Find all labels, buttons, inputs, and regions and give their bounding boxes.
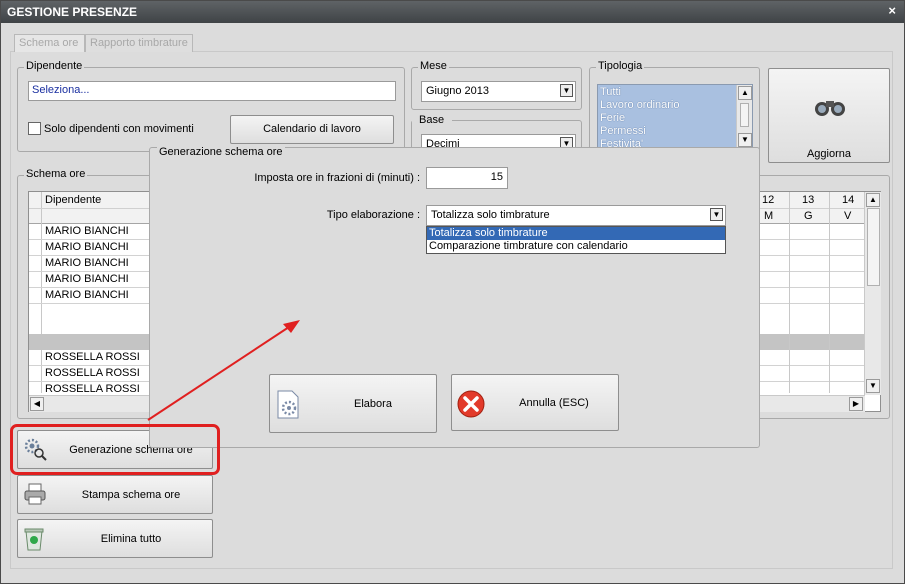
annotation-arrow	[147, 320, 300, 421]
